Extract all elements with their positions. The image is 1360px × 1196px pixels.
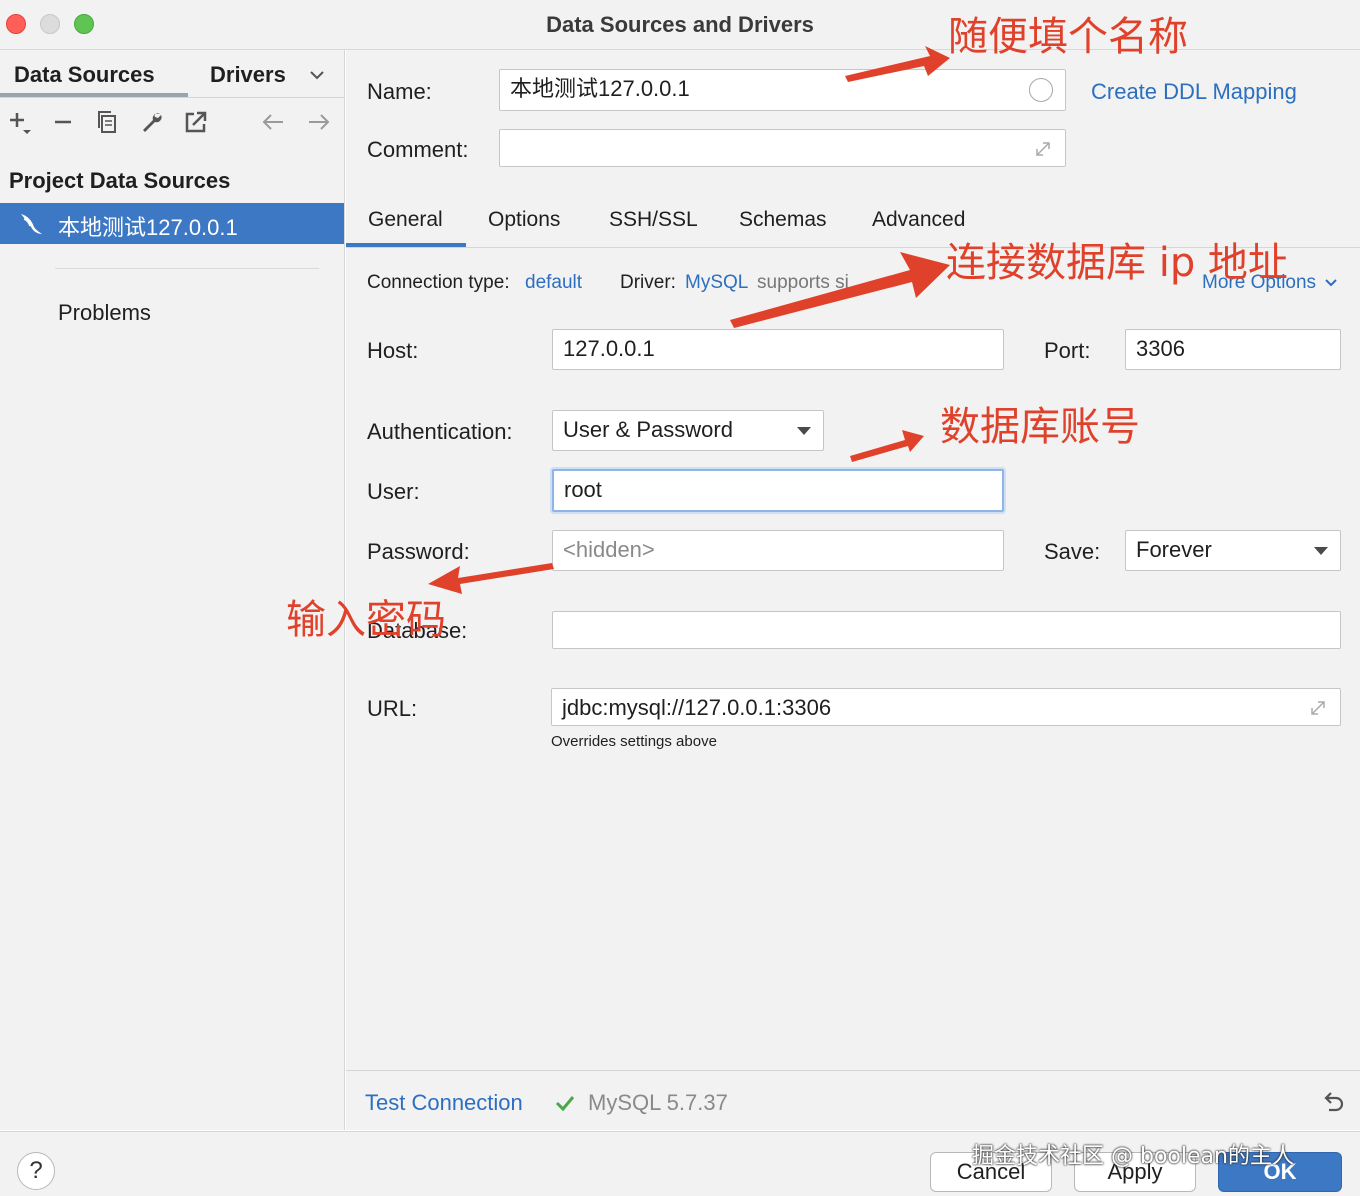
export-icon[interactable]: [183, 110, 209, 136]
data-source-item[interactable]: 本地测试127.0.0.1: [0, 203, 344, 244]
authentication-label: Authentication:: [367, 419, 513, 444]
password-label: Password:: [367, 539, 470, 564]
divider: [55, 268, 319, 269]
user-label: User:: [367, 479, 420, 504]
annotation-name-note: 随便填个名称: [948, 14, 1188, 60]
url-input[interactable]: jdbc:mysql://127.0.0.1:3306: [551, 688, 1341, 726]
annotation-user-note: 数据库账号: [940, 404, 1140, 450]
duplicate-icon[interactable]: [94, 110, 120, 136]
test-result: MySQL 5.7.37: [588, 1090, 728, 1115]
name-label: Name:: [367, 79, 432, 104]
tab-advanced[interactable]: Advanced: [872, 208, 965, 232]
password-input[interactable]: <hidden>: [552, 530, 1004, 571]
add-icon[interactable]: [6, 110, 32, 136]
tab-ssh-ssl[interactable]: SSH/SSL: [609, 208, 698, 232]
chevron-down-icon[interactable]: [310, 68, 324, 82]
annotation-host-note: 连接数据库 ip 地址: [946, 240, 1288, 286]
port-input[interactable]: 3306: [1125, 329, 1341, 370]
create-ddl-mapping-link[interactable]: Create DDL Mapping: [1091, 79, 1297, 105]
watermark: 掘金技术社区 @ boolean的主人: [972, 1144, 1294, 1169]
remove-icon[interactable]: [50, 110, 76, 136]
driver-label: Driver:: [620, 272, 676, 293]
forward-arrow-icon[interactable]: [306, 110, 332, 136]
comment-input[interactable]: [499, 129, 1066, 167]
chevron-down-icon: [1325, 279, 1338, 287]
user-input[interactable]: root: [552, 469, 1004, 512]
tab-general[interactable]: General: [368, 208, 443, 232]
save-value: Forever: [1136, 537, 1212, 562]
save-select[interactable]: Forever: [1125, 530, 1341, 571]
test-connection-link[interactable]: Test Connection: [365, 1090, 523, 1116]
connection-type-label: Connection type:: [367, 272, 510, 293]
problems-item[interactable]: Problems: [58, 300, 151, 326]
tab-options[interactable]: Options: [488, 208, 560, 232]
name-input-value: 本地测试127.0.0.1: [510, 76, 690, 101]
mysql-dolphin-icon: [21, 214, 42, 234]
driver-link[interactable]: MySQL: [685, 272, 748, 294]
url-label: URL:: [367, 696, 418, 721]
expand-icon[interactable]: [1308, 698, 1328, 718]
back-arrow-icon[interactable]: [260, 110, 286, 136]
url-note: Overrides settings above: [551, 733, 717, 750]
divider: [346, 1070, 1360, 1071]
authentication-select[interactable]: User & Password: [552, 410, 824, 451]
connection-type-link[interactable]: default: [525, 272, 582, 294]
project-data-sources-heading: Project Data Sources: [9, 168, 231, 193]
expand-icon[interactable]: [1033, 139, 1053, 159]
driver-note: supports si: [757, 272, 849, 293]
save-label: Save:: [1044, 539, 1101, 564]
help-button[interactable]: ?: [17, 1152, 55, 1190]
authentication-value: User & Password: [563, 417, 733, 442]
undo-icon[interactable]: [1321, 1090, 1345, 1114]
url-input-value: jdbc:mysql://127.0.0.1:3306: [562, 695, 832, 720]
data-source-label: 本地测试127.0.0.1: [58, 215, 238, 240]
settings-panel: Name: 本地测试127.0.0.1 Create DDL Mapping C…: [346, 50, 1360, 1130]
port-label: Port:: [1044, 338, 1091, 363]
host-input[interactable]: 127.0.0.1: [552, 329, 1004, 370]
database-input[interactable]: [552, 611, 1341, 649]
divider: [0, 97, 345, 98]
checkmark-icon: [555, 1096, 575, 1112]
annotation-password-note: 输入密码: [286, 597, 446, 643]
tab-data-sources[interactable]: Data Sources: [14, 62, 155, 88]
name-input[interactable]: 本地测试127.0.0.1: [499, 69, 1066, 111]
wrench-icon[interactable]: [139, 110, 165, 136]
dropdown-arrow-icon: [797, 427, 811, 435]
dropdown-arrow-icon: [1314, 547, 1328, 555]
tab-schemas[interactable]: Schemas: [739, 208, 827, 232]
color-circle-icon[interactable]: [1029, 78, 1053, 102]
host-label: Host:: [367, 338, 419, 363]
tab-drivers[interactable]: Drivers: [210, 62, 286, 88]
comment-label: Comment:: [367, 137, 469, 162]
